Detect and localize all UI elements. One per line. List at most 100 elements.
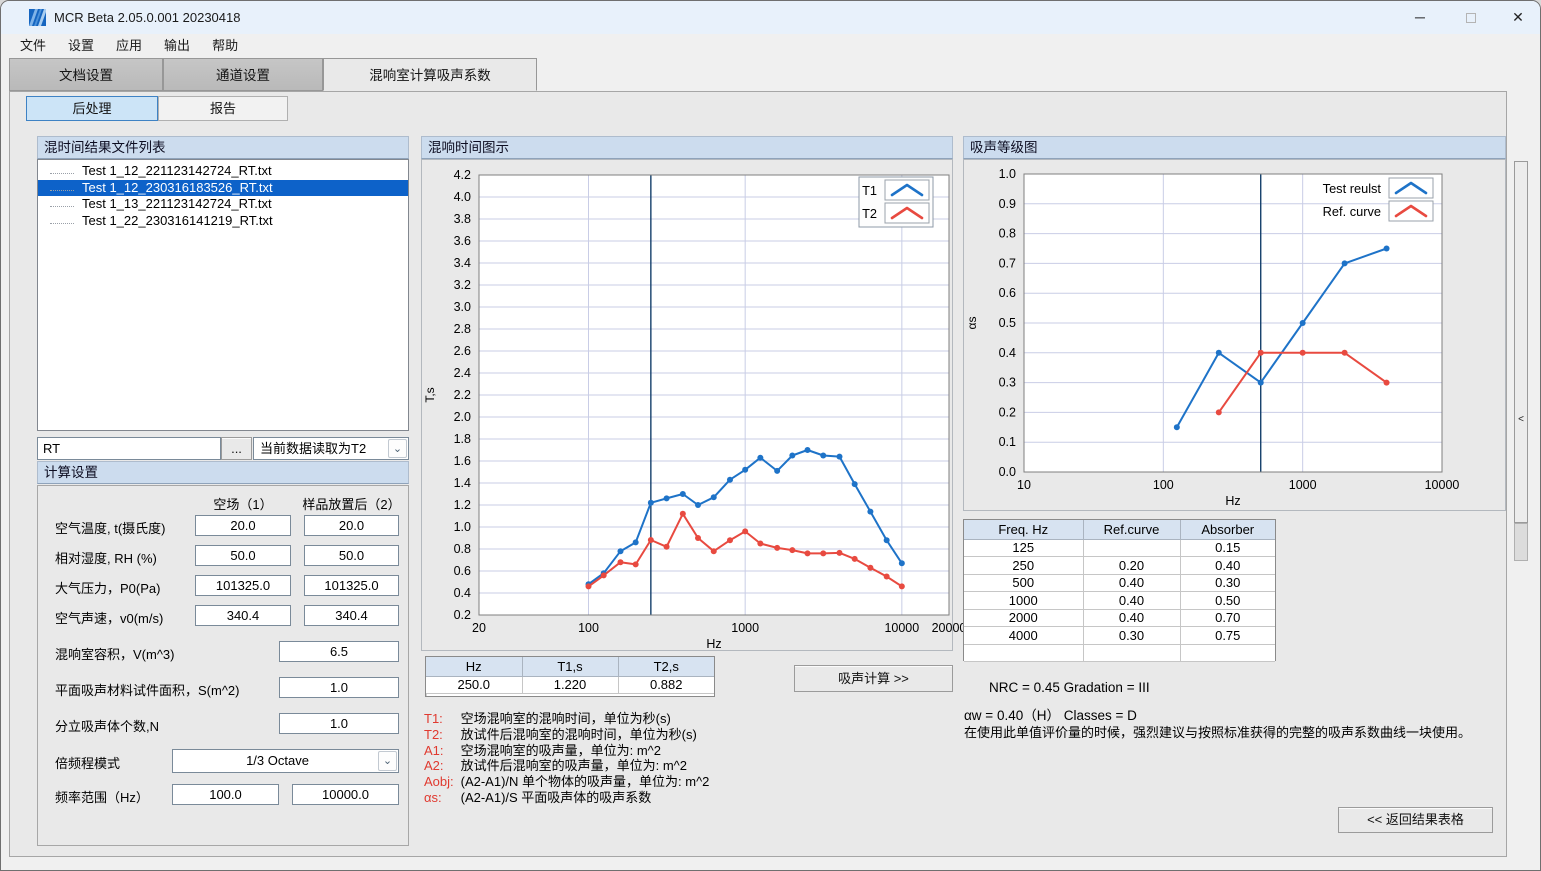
calc-input-3-2[interactable]: [304, 605, 399, 626]
svg-text:0.7: 0.7: [999, 256, 1016, 270]
calc-single-input-0[interactable]: [279, 641, 399, 662]
calc-input-3-1[interactable]: [195, 605, 291, 626]
menu-item-4[interactable]: 帮助: [201, 34, 249, 58]
absorption-table[interactable]: Freq. HzRef.curveAbsorber1250.152500.200…: [964, 520, 1275, 662]
rt-file-list[interactable]: Test 1_12_221123142724_RT.txtTest 1_12_2…: [37, 159, 409, 431]
field-label: 分立吸声体个数,N: [55, 716, 159, 735]
freq-max-input[interactable]: [292, 784, 399, 805]
svg-text:3.2: 3.2: [454, 278, 471, 292]
rt-value-table[interactable]: HzT1,sT2,s250.01.2200.882: [426, 657, 714, 694]
calc-single-input-2[interactable]: [279, 713, 399, 734]
svg-text:2.2: 2.2: [454, 388, 471, 402]
absorption-table-wrap: Freq. HzRef.curveAbsorber1250.152500.200…: [963, 519, 1276, 661]
main-tab-2[interactable]: 混响室计算吸声系数: [323, 58, 537, 91]
app-window: MCR Beta 2.05.0.001 20230418 ─ ✕ 文件设置应用输…: [0, 0, 1541, 871]
file-panel-title: 混时间结果文件列表: [37, 136, 409, 159]
svg-text:0.2: 0.2: [999, 405, 1016, 419]
chevron-down-icon[interactable]: ⌄: [378, 751, 397, 771]
file-list-item[interactable]: Test 1_22_230316141219_RT.txt: [38, 213, 408, 230]
chevron-down-icon[interactable]: ⌄: [388, 439, 407, 458]
file-list-item[interactable]: Test 1_13_221123142724_RT.txt: [38, 196, 408, 213]
collapse-left-icon[interactable]: <: [1515, 414, 1527, 425]
svg-text:1.4: 1.4: [454, 476, 471, 490]
column-header-with-sample: 样品放置后（2）: [298, 494, 405, 513]
table-header: T1,s: [522, 657, 618, 676]
side-strip-track[interactable]: [1514, 523, 1528, 561]
table-header: Freq. Hz: [964, 520, 1083, 539]
note-line-2: A1: 空场混响室的吸声量，单位为: m^2: [424, 743, 944, 759]
file-list-item[interactable]: Test 1_12_230316183526_RT.txt: [38, 180, 408, 197]
svg-text:10000: 10000: [884, 621, 919, 635]
usage-note: 在使用此单值评价量的时候，强烈建议与按照标准获得的完整的吸声系数曲线一块使用。: [964, 722, 1471, 741]
octave-mode-value: 1/3 Octave: [179, 750, 376, 772]
svg-text:2.6: 2.6: [454, 344, 471, 358]
table-row[interactable]: 1250.15: [964, 539, 1275, 557]
main-tab-1[interactable]: 通道设置: [163, 58, 323, 91]
svg-text:3.6: 3.6: [454, 234, 471, 248]
svg-text:0.0: 0.0: [999, 465, 1016, 479]
minimize-button[interactable]: ─: [1397, 1, 1443, 34]
app-logo-icon: [29, 9, 46, 26]
table-row[interactable]: 20000.400.70: [964, 609, 1275, 627]
tree-branch-icon: [50, 199, 74, 207]
calc-single-input-1[interactable]: [279, 677, 399, 698]
tab-postprocess[interactable]: 后处理: [26, 96, 158, 121]
calc-input-1-2[interactable]: [304, 545, 399, 566]
note-line-4: Aobj: (A2-A1)/N 单个物体的吸声量，单位为: m^2: [424, 774, 944, 790]
calc-input-1-1[interactable]: [195, 545, 291, 566]
menu-item-2[interactable]: 应用: [105, 34, 153, 58]
svg-text:100: 100: [578, 621, 599, 635]
svg-text:Hz: Hz: [1225, 494, 1240, 508]
table-row[interactable]: 250.01.2200.882: [426, 676, 714, 694]
menu-item-3[interactable]: 输出: [153, 34, 201, 58]
svg-text:1000: 1000: [1289, 478, 1317, 492]
field-label: 空气声速，v0(m/s): [55, 608, 163, 627]
calc-input-0-2[interactable]: [304, 515, 399, 536]
note-line-0: T1: 空场混响室的混响时间，单位为秒(s): [424, 711, 944, 727]
field-label: 大气压力，P0(Pa): [55, 578, 160, 597]
close-button[interactable]: ✕: [1495, 1, 1541, 34]
svg-text:T2: T2: [862, 206, 877, 221]
svg-text:1.6: 1.6: [454, 454, 471, 468]
table-row[interactable]: 40000.300.75: [964, 627, 1275, 645]
browse-button[interactable]: ...: [221, 437, 252, 460]
octave-mode-combo[interactable]: 1/3 Octave⌄: [172, 749, 399, 773]
back-to-results-button[interactable]: << 返回结果表格: [1338, 807, 1493, 833]
calc-input-2-1[interactable]: [195, 575, 291, 596]
svg-text:100: 100: [1153, 478, 1174, 492]
calc-input-0-1[interactable]: [195, 515, 291, 536]
calc-panel-title: 计算设置: [37, 461, 409, 484]
table-row[interactable]: 2500.200.40: [964, 557, 1275, 575]
table-header: Hz: [426, 657, 522, 676]
data-target-combo[interactable]: 当前数据读取为T2 ⌄: [253, 437, 409, 460]
menu-item-0[interactable]: 文件: [9, 34, 57, 58]
menu-item-1[interactable]: 设置: [57, 34, 105, 58]
svg-text:0.8: 0.8: [999, 227, 1016, 241]
svg-text:3.8: 3.8: [454, 212, 471, 226]
rt-name-input[interactable]: [37, 437, 221, 460]
absorption-chart[interactable]: 0.00.10.20.30.40.50.60.70.80.91.01010010…: [964, 160, 1505, 510]
calc-input-2-2[interactable]: [304, 575, 399, 596]
file-list-item[interactable]: Test 1_12_221123142724_RT.txt: [38, 163, 408, 180]
rt-chart[interactable]: 0.20.40.60.81.01.21.41.61.82.02.22.42.62…: [422, 160, 952, 650]
side-collapse-strip[interactable]: <: [1514, 161, 1528, 523]
svg-text:1.0: 1.0: [454, 520, 471, 534]
table-row[interactable]: [964, 644, 1275, 662]
absorption-calc-button[interactable]: 吸声计算 >>: [794, 665, 953, 692]
menu-bar: 文件设置应用输出帮助: [1, 34, 1541, 58]
maximize-button[interactable]: [1448, 1, 1494, 34]
tab-report[interactable]: 报告: [158, 96, 288, 121]
table-header: T2,s: [618, 657, 714, 676]
table-row[interactable]: 10000.400.50: [964, 592, 1275, 610]
svg-text:Ref. curve: Ref. curve: [1323, 204, 1381, 219]
freq-min-input[interactable]: [172, 784, 279, 805]
field-label: 空气温度, t(摄氏度): [55, 518, 166, 537]
window-title: MCR Beta 2.05.0.001 20230418: [54, 1, 240, 34]
tree-branch-icon: [50, 183, 74, 191]
rt-value-table-wrap: HzT1,sT2,s250.01.2200.882: [425, 656, 715, 697]
table-row[interactable]: 5000.400.30: [964, 574, 1275, 592]
svg-text:0.6: 0.6: [999, 286, 1016, 300]
svg-text:0.8: 0.8: [454, 542, 471, 556]
svg-text:Test reulst: Test reulst: [1323, 181, 1382, 196]
main-tab-0[interactable]: 文档设置: [9, 58, 163, 91]
